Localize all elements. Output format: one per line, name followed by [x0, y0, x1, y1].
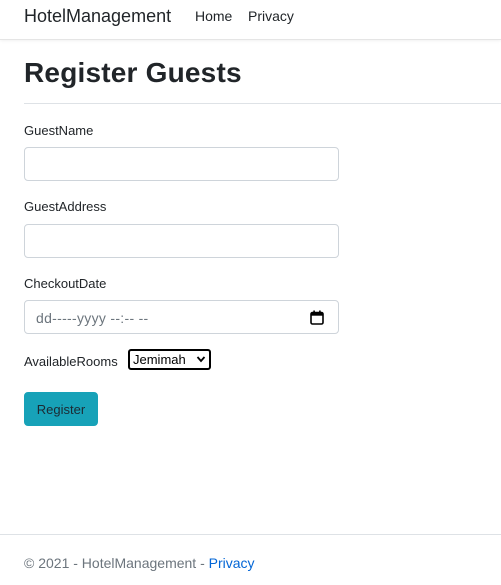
footer-divider: [0, 534, 501, 535]
calendar-icon[interactable]: [310, 310, 324, 325]
nav-link-privacy[interactable]: Privacy: [248, 8, 294, 24]
guest-name-input[interactable]: [24, 147, 339, 181]
top-navbar: HotelManagement Home Privacy: [0, 0, 501, 40]
footer: © 2021 - HotelManagement - Privacy: [24, 555, 255, 571]
available-rooms-label: AvailableRooms: [24, 354, 118, 369]
checkout-date-input[interactable]: dd-----yyyy --:-- --: [24, 300, 339, 334]
guest-address-input[interactable]: [24, 224, 339, 258]
title-divider: [24, 103, 501, 104]
guest-name-label: GuestName: [24, 123, 94, 138]
checkout-date-placeholder: dd-----yyyy --:-- --: [36, 310, 149, 326]
checkout-date-label: CheckoutDate: [24, 276, 107, 291]
register-button[interactable]: Register: [24, 392, 98, 426]
footer-privacy-link[interactable]: Privacy: [209, 555, 255, 571]
nav-link-home[interactable]: Home: [195, 8, 232, 24]
available-rooms-select[interactable]: Jemimah: [128, 349, 211, 370]
page-title: Register Guests: [24, 57, 242, 88]
guest-address-label: GuestAddress: [24, 199, 107, 214]
available-rooms-selected: Jemimah: [133, 352, 186, 367]
footer-copyright: © 2021 - HotelManagement -: [24, 555, 209, 571]
brand-link[interactable]: HotelManagement: [24, 6, 171, 27]
chevron-down-icon: [196, 356, 206, 363]
